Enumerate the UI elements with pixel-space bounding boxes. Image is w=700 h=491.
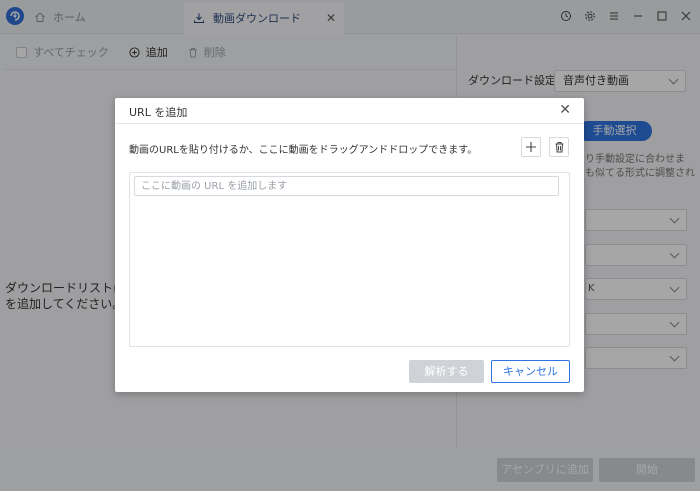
add-url-dialog: URL を追加 ✕ 動画のURLを貼り付けるか、ここに動画をドラッグアンドドロッ… [115, 98, 584, 392]
url-drop-area[interactable] [129, 172, 570, 347]
dialog-close-icon[interactable]: ✕ [559, 102, 571, 118]
url-input[interactable] [134, 176, 559, 196]
dialog-divider [115, 123, 584, 124]
plus-icon [526, 142, 536, 152]
clear-urls-button[interactable] [549, 137, 569, 157]
trash-icon [555, 142, 563, 153]
add-url-row-button[interactable] [521, 137, 541, 157]
cancel-button[interactable]: キャンセル [491, 360, 570, 383]
analyze-button[interactable]: 解析する [409, 360, 484, 383]
dialog-title: URL を追加 [129, 106, 188, 119]
dialog-description: 動画のURLを貼り付けるか、ここに動画をドラッグアンドドロップできます。 [129, 145, 478, 156]
